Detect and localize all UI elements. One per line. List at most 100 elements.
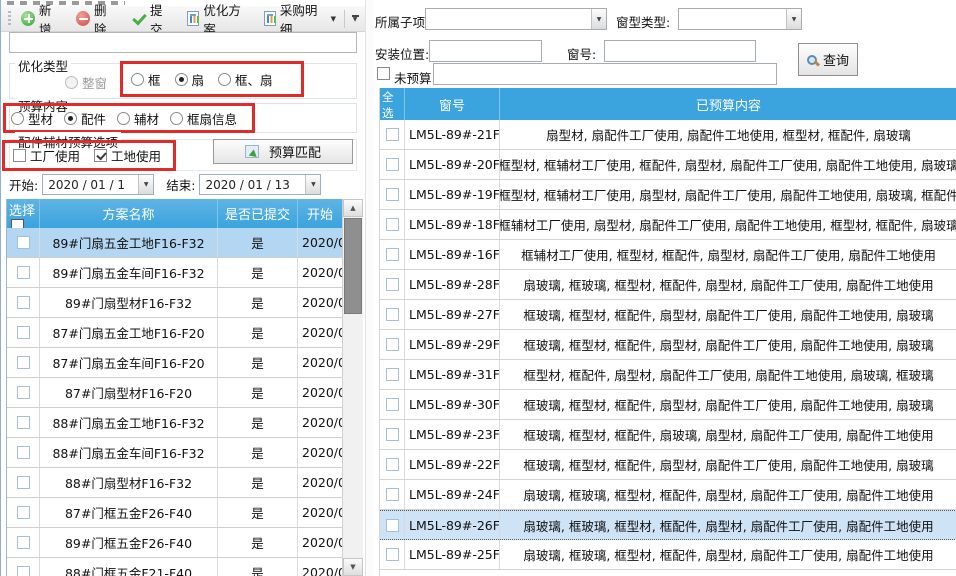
row-checkbox[interactable] (386, 458, 399, 471)
table-row[interactable]: LM5L-89#-19F17框型材, 框辅材工厂使用, 扇型材, 扇配件工厂使用… (380, 180, 956, 210)
panel-splitter[interactable] (365, 0, 373, 576)
table-row[interactable]: 89#门扇五金工地F16-F32是2020/0 (7, 228, 342, 258)
scroll-down-button[interactable]: ▼ (343, 558, 363, 576)
query-button[interactable]: 查询 (798, 43, 858, 76)
table-row[interactable]: 87#门扇五金车间F16-F20是2020/0 (7, 348, 342, 378)
radio-option[interactable]: 型材 (11, 109, 53, 128)
row-checkbox[interactable] (17, 416, 30, 429)
radio-icon[interactable] (131, 73, 144, 86)
dropdown-arrow-icon[interactable]: ▼ (305, 175, 320, 194)
window-no-input[interactable] (604, 40, 756, 62)
row-checkbox[interactable] (17, 506, 30, 519)
row-checkbox[interactable] (386, 519, 399, 532)
table-row[interactable]: 88#门框五金F21-F40是2020/0 (7, 558, 342, 576)
row-checkbox[interactable] (386, 488, 399, 501)
checkbox-option[interactable]: 工地使用 (94, 146, 161, 165)
radio-icon[interactable] (170, 112, 183, 125)
table-row[interactable]: 88#门扇型材F16-F32是2020/0 (7, 468, 342, 498)
plan-name-cell: 89#门扇型材F16-F32 (40, 288, 218, 318)
table-row[interactable]: 89#门扇型材F16-F32是2020/0 (7, 288, 342, 318)
scroll-up-button[interactable]: ▲ (343, 199, 363, 217)
checkbox-option[interactable]: 工厂使用 (13, 146, 80, 165)
install-position-input[interactable] (429, 40, 542, 62)
table-row[interactable]: 88#门扇五金车间F16-F32是2020/0 (7, 438, 342, 468)
table-row[interactable]: 87#门框五金F26-F40是2020/0 (7, 498, 342, 528)
radio-option[interactable]: 整窗 (65, 73, 107, 92)
no-budget-input[interactable] (433, 63, 777, 85)
radio-option[interactable]: 框、扇 (218, 70, 273, 89)
budget-match-button[interactable]: 预算匹配 (213, 139, 353, 164)
window-type-combo[interactable]: ▼ (678, 8, 802, 30)
sub-item-combo[interactable]: ▼ (425, 8, 607, 30)
row-checkbox[interactable] (17, 326, 30, 339)
table-row[interactable]: 89#门框五金F26-F40是2020/0 (7, 528, 342, 558)
table-row[interactable]: LM5L-89#-20F18框型材, 框辅材工厂使用, 框配件, 扇型材, 扇配… (380, 150, 956, 180)
radio-icon[interactable] (117, 112, 130, 125)
table-row[interactable]: LM5L-89#-27F25框玻璃, 框型材, 框配件, 扇型材, 扇配件工厂使… (380, 300, 956, 330)
table-row[interactable]: LM5L-89#-26F24扇玻璃, 框玻璃, 框型材, 框配件, 扇型材, 扇… (380, 510, 956, 540)
table-row[interactable]: 88#门扇五金工地F16-F32是2020/0 (7, 408, 342, 438)
radio-option[interactable]: 辅材 (117, 109, 159, 128)
radio-option[interactable]: 框 (131, 70, 161, 89)
row-checkbox[interactable] (386, 248, 399, 261)
row-checkbox[interactable] (17, 476, 30, 489)
table-row[interactable]: LM5L-89#-21F19扇型材, 扇配件工厂使用, 扇配件工地使用, 框型材… (380, 120, 956, 150)
row-checkbox[interactable] (17, 236, 30, 249)
toolbar-grip[interactable] (8, 11, 11, 27)
window-no-cell: LM5L-89#-19F17 (405, 180, 500, 210)
radio-icon[interactable] (64, 112, 77, 125)
table-row[interactable]: 87#门扇五金工地F16-F20是2020/0 (7, 318, 342, 348)
row-checkbox[interactable] (386, 368, 399, 381)
radio-icon[interactable] (65, 76, 78, 89)
checkbox-icon[interactable] (13, 149, 26, 162)
end-date-picker[interactable]: 2020 / 01 / 13 ▼ (199, 174, 321, 195)
row-checkbox[interactable] (17, 566, 30, 576)
row-checkbox[interactable] (386, 218, 399, 231)
table-row[interactable]: LM5L-89#-31F29框型材, 框配件, 扇型材, 扇配件工厂使用, 扇配… (380, 360, 956, 390)
select-all-column-header: 全选 (380, 88, 405, 120)
table-row[interactable]: LM5L-89#-18F16框辅材工厂使用, 扇型材, 扇配件工厂使用, 扇配件… (380, 210, 956, 240)
table-row[interactable]: LM5L-89#-22F20框玻璃, 框型材, 框配件, 扇型材, 扇配件工厂使… (380, 450, 956, 480)
window-no-label: 窗号: (567, 44, 596, 63)
checkbox-icon[interactable] (94, 149, 107, 162)
row-checkbox[interactable] (17, 386, 30, 399)
row-checkbox[interactable] (386, 158, 399, 171)
table-row[interactable]: LM5L-89#-28F26扇玻璃, 框玻璃, 框型材, 框配件, 扇型材, 扇… (380, 270, 956, 300)
toolbar-overflow-button[interactable]: ▼ (348, 9, 362, 29)
radio-option[interactable]: 扇 (175, 70, 205, 89)
table-row[interactable]: 87#门扇型材F16-F20是2020/0 (7, 378, 342, 408)
table-row[interactable]: LM5L-89#-24F22扇玻璃, 框玻璃, 框型材, 框配件, 扇型材, 扇… (380, 480, 956, 510)
row-checkbox[interactable] (17, 446, 30, 459)
table-row[interactable]: LM5L-89#-30F28框玻璃, 框型材, 框配件, 扇型材, 扇配件工厂使… (380, 390, 956, 420)
radio-icon[interactable] (175, 73, 188, 86)
row-checkbox[interactable] (386, 188, 399, 201)
scroll-thumb[interactable] (344, 218, 362, 314)
row-checkbox[interactable] (17, 356, 30, 369)
radio-icon[interactable] (11, 112, 24, 125)
row-checkbox[interactable] (386, 548, 399, 561)
radio-option[interactable]: 框扇信息 (170, 109, 237, 128)
no-budget-checkbox[interactable] (377, 67, 390, 80)
radio-icon[interactable] (218, 73, 231, 86)
table-row[interactable]: LM5L-89#-16F15框辅材工厂使用, 框型材, 框配件, 扇型材, 扇配… (380, 240, 956, 270)
row-checkbox[interactable] (386, 308, 399, 321)
row-checkbox[interactable] (386, 428, 399, 441)
table-row[interactable]: LM5L-89#-29F27框玻璃, 框型材, 框配件, 扇型材, 扇配件工厂使… (380, 330, 956, 360)
row-checkbox[interactable] (386, 338, 399, 351)
table-row[interactable]: LM5L-89#-23F21框玻璃, 框型材, 框配件, 扇玻璃, 扇型材, 扇… (380, 420, 956, 450)
dropdown-arrow-icon[interactable]: ▼ (591, 9, 606, 29)
dropdown-arrow-icon[interactable]: ▼ (786, 9, 801, 29)
start-date-picker[interactable]: 2020 / 01 / 1 ▼ (42, 174, 154, 195)
table-row[interactable]: LM5L-89#-25F23扇玻璃, 框玻璃, 框型材, 框配件, 扇型材, 扇… (380, 540, 956, 570)
radio-option[interactable]: 配件 (64, 109, 106, 128)
plan-name-input[interactable] (9, 32, 357, 53)
dropdown-arrow-icon[interactable]: ▼ (138, 175, 153, 194)
row-checkbox[interactable] (386, 398, 399, 411)
table-row[interactable]: 89#门扇五金车间F16-F32是2020/0 (7, 258, 342, 288)
row-checkbox[interactable] (17, 296, 30, 309)
plan-table-scrollbar[interactable]: ▲ ▼ (342, 199, 363, 576)
row-checkbox[interactable] (17, 536, 30, 549)
row-checkbox[interactable] (386, 128, 399, 141)
row-checkbox[interactable] (17, 266, 30, 279)
row-checkbox[interactable] (386, 278, 399, 291)
